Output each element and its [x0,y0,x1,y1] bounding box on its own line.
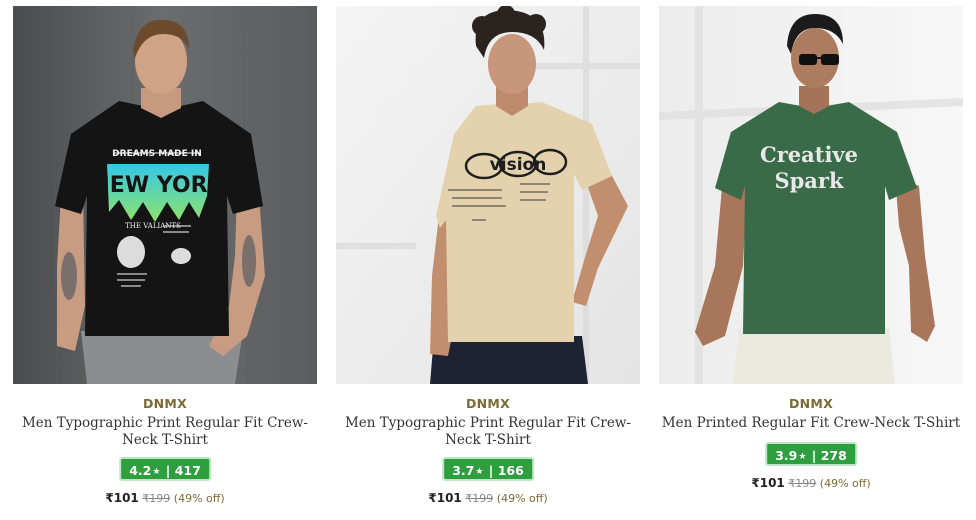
product-image[interactable]: vision [336,6,640,384]
price-row: ₹101 ₹199 (49% off) [13,491,317,505]
product-card[interactable]: vision DNMX Men Typographic Print Regula… [336,6,640,516]
current-price: ₹101 [751,476,785,490]
discount-label: (49% off) [496,492,548,505]
product-card[interactable]: Creative Spark DNMX Men Printed Regular … [659,6,963,516]
product-photo: Creative Spark [659,6,963,384]
svg-text:vision: vision [490,155,547,175]
svg-text:NEW YORK: NEW YORK [91,173,225,198]
rating-count: 417 [174,463,201,478]
product-photo: vision [336,6,640,384]
product-image[interactable]: DREAMS MADE IN NEW YORK THE VALIANTS [13,6,317,384]
original-price: ₹199 [788,477,817,490]
price-row: ₹101 ₹199 (49% off) [336,491,640,505]
product-grid: DREAMS MADE IN NEW YORK THE VALIANTS DNM… [0,0,976,520]
product-photo: DREAMS MADE IN NEW YORK THE VALIANTS [13,6,317,384]
separator: | [488,463,494,478]
rating-value: 3.9 [775,448,798,463]
brand-name: DNMX [465,396,511,411]
product-title[interactable]: Men Typographic Print Regular Fit Crew-N… [336,415,640,449]
star-icon: ★ [798,452,807,462]
original-price: ₹199 [465,492,494,505]
rating-badge: 4.2★ | 417 [119,457,211,481]
svg-text:Spark: Spark [774,168,844,193]
brand-name: DNMX [142,396,188,411]
svg-text:Creative: Creative [760,142,858,167]
star-icon: ★ [475,467,484,477]
rating-value: 3.7 [452,463,475,478]
rating-count: 278 [820,448,847,463]
current-price: ₹101 [428,491,462,505]
star-icon: ★ [152,467,161,477]
discount-label: (49% off) [819,477,871,490]
rating-badge: 3.9★ | 278 [765,442,857,466]
current-price: ₹101 [105,491,139,505]
discount-label: (49% off) [173,492,225,505]
price-row: ₹101 ₹199 (49% off) [659,476,963,490]
rating-value: 4.2 [129,463,152,478]
original-price: ₹199 [142,492,171,505]
rating-count: 166 [497,463,524,478]
separator: | [811,448,817,463]
product-title[interactable]: Men Typographic Print Regular Fit Crew-N… [13,415,317,449]
product-card[interactable]: DREAMS MADE IN NEW YORK THE VALIANTS DNM… [13,6,317,516]
separator: | [165,463,171,478]
svg-text:DREAMS MADE IN: DREAMS MADE IN [112,149,202,159]
brand-name: DNMX [788,396,834,411]
rating-badge: 3.7★ | 166 [442,457,534,481]
product-image[interactable]: Creative Spark [659,6,963,384]
product-title[interactable]: Men Printed Regular Fit Crew-Neck T-Shir… [659,415,963,432]
